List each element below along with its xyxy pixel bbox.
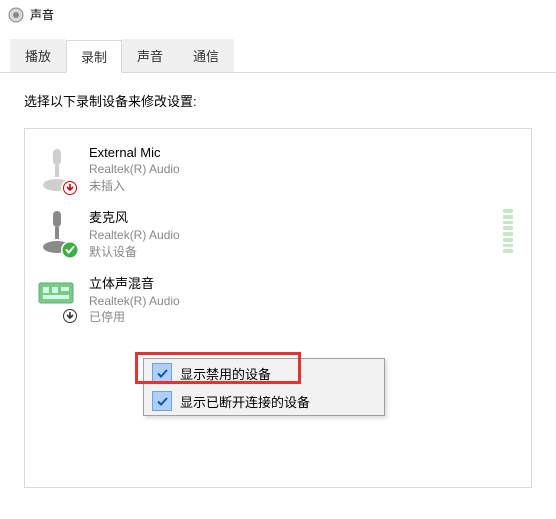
arrow-down-icon	[61, 179, 79, 197]
device-status: 未插入	[89, 178, 519, 195]
device-row[interactable]: 立体声混音 Realtek(R) Audio 已停用	[33, 267, 523, 333]
content-area: 选择以下录制设备来修改设置: External Mic Realtek(R) A…	[0, 73, 556, 506]
device-name: 立体声混音	[89, 273, 519, 292]
tab-playback[interactable]: 播放	[10, 39, 66, 72]
instruction-text: 选择以下录制设备来修改设置:	[24, 91, 532, 110]
device-provider: Realtek(R) Audio	[89, 227, 491, 244]
device-row[interactable]: 麦克风 Realtek(R) Audio 默认设备	[33, 201, 523, 267]
device-info: 麦克风 Realtek(R) Audio 默认设备	[89, 207, 491, 261]
device-icon	[37, 273, 77, 323]
device-list[interactable]: External Mic Realtek(R) Audio 未插入 麦克风 Re…	[24, 128, 532, 488]
check-icon	[61, 241, 79, 259]
arrow-down-icon	[61, 307, 79, 325]
device-name: External Mic	[89, 145, 519, 160]
level-meter	[503, 209, 513, 253]
device-provider: Realtek(R) Audio	[89, 293, 519, 310]
titlebar: 声音	[0, 0, 556, 29]
device-name: 麦克风	[89, 207, 491, 226]
checkmark-icon	[152, 363, 172, 383]
device-info: External Mic Realtek(R) Audio 未插入	[89, 145, 519, 195]
device-provider: Realtek(R) Audio	[89, 161, 519, 178]
device-status: 默认设备	[89, 244, 491, 261]
menu-item-show-disabled[interactable]: 显示禁用的设备	[144, 359, 384, 387]
device-icon	[37, 207, 77, 257]
device-status: 已停用	[89, 309, 519, 326]
device-icon	[37, 145, 77, 195]
tab-recording[interactable]: 录制	[66, 40, 122, 73]
device-info: 立体声混音 Realtek(R) Audio 已停用	[89, 273, 519, 327]
context-menu: 显示禁用的设备 显示已断开连接的设备	[143, 358, 385, 416]
tab-sounds[interactable]: 声音	[122, 39, 178, 72]
window-title: 声音	[30, 6, 54, 23]
tab-communications[interactable]: 通信	[178, 39, 234, 72]
checkmark-icon	[152, 391, 172, 411]
tabstrip: 播放 录制 声音 通信	[0, 39, 556, 73]
menu-item-label: 显示已断开连接的设备	[180, 392, 310, 411]
menu-item-show-disconnected[interactable]: 显示已断开连接的设备	[144, 387, 384, 415]
menu-item-label: 显示禁用的设备	[180, 364, 271, 383]
device-row[interactable]: External Mic Realtek(R) Audio 未插入	[33, 139, 523, 201]
speaker-icon	[8, 7, 24, 23]
